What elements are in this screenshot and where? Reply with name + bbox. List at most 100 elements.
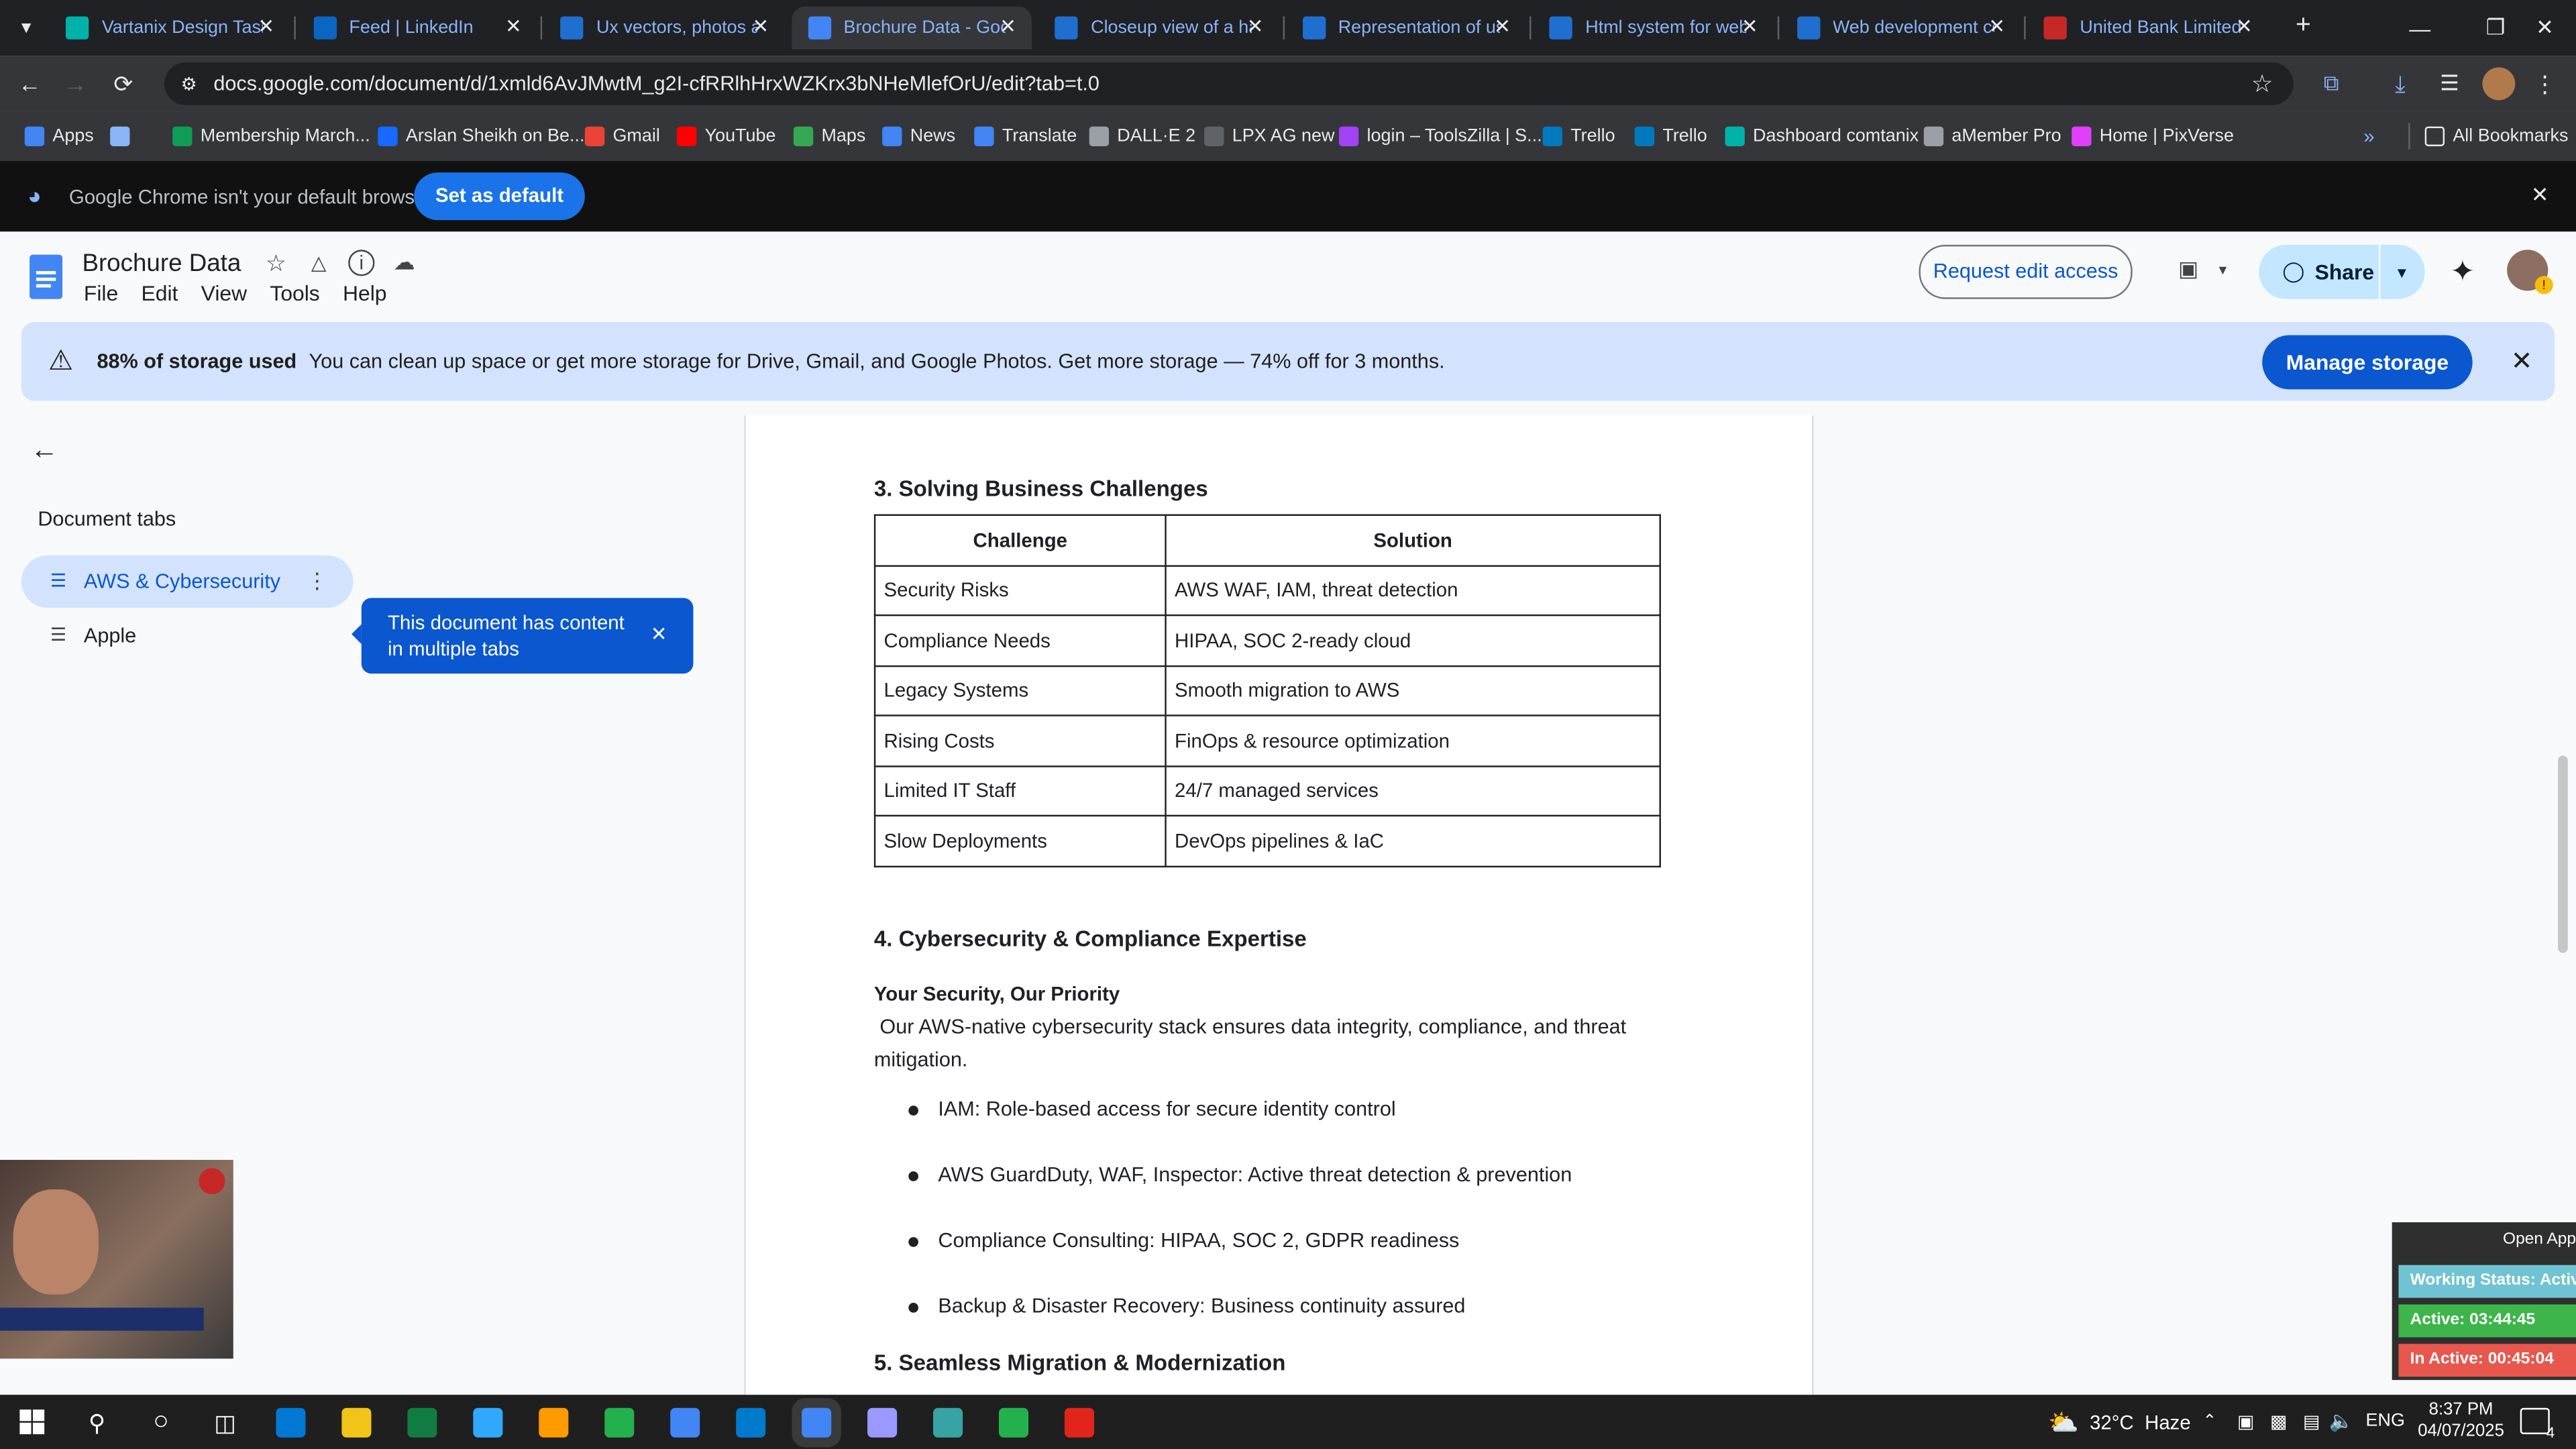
bookmark-item[interactable]: login – ToolsZilla | S... bbox=[1338, 123, 1542, 150]
request-edit-access-button[interactable]: Request edit access bbox=[1919, 244, 2133, 299]
taskbar-app-icon[interactable] bbox=[276, 1407, 306, 1438]
taskbar-app-icon[interactable] bbox=[539, 1407, 569, 1438]
bookmark-item[interactable]: LPX AG new bbox=[1204, 123, 1334, 150]
profile-avatar[interactable] bbox=[2482, 67, 2516, 101]
bookmark-item[interactable]: Dashboard comtanix bbox=[1725, 123, 1919, 150]
close-tab-icon[interactable]: ✕ bbox=[1242, 15, 1268, 38]
task-view-icon[interactable]: ◫ bbox=[210, 1408, 239, 1438]
close-tab-icon[interactable]: ✕ bbox=[1737, 15, 1763, 38]
network-icon[interactable]: ▤ bbox=[2300, 1409, 2323, 1432]
search-icon[interactable]: ⚲ bbox=[82, 1408, 111, 1438]
browser-tab[interactable]: Representation of us ✕ bbox=[1285, 7, 1525, 50]
gemini-icon[interactable]: ✦ bbox=[2447, 254, 2479, 288]
minimize-icon[interactable]: — bbox=[2382, 0, 2458, 56]
bookmark-item[interactable]: Maps bbox=[793, 123, 865, 150]
share-button[interactable]: ◯ Share ▼ bbox=[2259, 244, 2425, 299]
move-to-drive-icon[interactable]: △ bbox=[306, 250, 332, 276]
language-indicator[interactable]: ENG bbox=[2366, 1411, 2405, 1431]
details-icon[interactable]: i bbox=[348, 250, 375, 276]
video-call-thumbnail[interactable] bbox=[0, 1159, 233, 1359]
close-tab-icon[interactable]: ✕ bbox=[1984, 15, 2010, 38]
reload-icon[interactable]: ⟳ bbox=[109, 69, 138, 99]
star-icon[interactable]: ☆ bbox=[263, 249, 289, 276]
close-tab-icon[interactable]: ✕ bbox=[2231, 15, 2257, 38]
browser-tab[interactable]: Html system for web ✕ bbox=[1533, 7, 1773, 50]
bookmark-item[interactable]: News bbox=[882, 123, 955, 150]
open-app-link[interactable]: Open App bbox=[2392, 1222, 2576, 1258]
doc-tab-options-icon[interactable]: ⋮ bbox=[307, 568, 328, 594]
bookmark-item[interactable]: Arslan Sheikh on Be... bbox=[378, 123, 584, 150]
tab-search-chevron-icon[interactable]: ▼ bbox=[13, 15, 40, 41]
taskbar-app-icon[interactable] bbox=[933, 1407, 963, 1438]
menu-help[interactable]: Help bbox=[343, 281, 387, 306]
browser-tab[interactable]: Feed | LinkedIn ✕ bbox=[297, 7, 537, 50]
taskbar-app-icon[interactable] bbox=[736, 1407, 766, 1438]
doc-tab-apple[interactable]: ☰ Apple bbox=[21, 610, 354, 662]
menu-tools[interactable]: Tools bbox=[270, 281, 319, 306]
menu-file[interactable]: File bbox=[84, 281, 118, 306]
doc-tab-aws[interactable]: ☰ AWS & Cybersecurity ⋮ bbox=[21, 555, 354, 608]
weather-icon[interactable]: ⛅ bbox=[2047, 1406, 2080, 1439]
taskbar-app-icon[interactable] bbox=[998, 1407, 1029, 1438]
bookmark-item[interactable]: Membership March... bbox=[172, 123, 370, 150]
taskbar-app-icon[interactable] bbox=[867, 1407, 898, 1438]
clock[interactable]: 8:37 PM 04/07/2025 bbox=[2412, 1400, 2510, 1443]
close-window-icon[interactable]: ✕ bbox=[2514, 0, 2576, 56]
bookmark-star-icon[interactable]: ☆ bbox=[2247, 69, 2277, 99]
extensions-icon[interactable]: ⧉ bbox=[2316, 69, 2346, 99]
notification-center-icon[interactable]: 4 bbox=[2520, 1407, 2555, 1441]
close-tooltip-icon[interactable]: ✕ bbox=[647, 623, 670, 645]
bookmark-item[interactable]: Trello bbox=[1634, 123, 1707, 150]
taskbar-app-icon[interactable] bbox=[407, 1407, 437, 1438]
account-avatar[interactable]: ! bbox=[2507, 250, 2553, 294]
meet-dropdown-icon[interactable]: ▼ bbox=[2214, 260, 2231, 279]
show-hidden-icons[interactable]: ⌃ bbox=[2198, 1409, 2221, 1432]
menu-edit[interactable]: Edit bbox=[141, 281, 178, 306]
docs-logo-icon[interactable] bbox=[30, 254, 63, 299]
browser-tab[interactable]: Web development co ✕ bbox=[1780, 7, 2020, 50]
bookmark-item[interactable]: aMember Pro bbox=[1923, 123, 2061, 150]
taskbar-app-icon[interactable] bbox=[670, 1407, 700, 1438]
hide-sidebar-back-icon[interactable]: ← bbox=[30, 434, 59, 466]
close-tab-icon[interactable]: ✕ bbox=[747, 15, 773, 38]
bookmark-item[interactable]: Trello bbox=[1542, 123, 1615, 150]
taskbar-app-icon[interactable] bbox=[802, 1407, 832, 1438]
taskbar-app-icon[interactable] bbox=[473, 1407, 503, 1438]
site-info-icon[interactable]: ⚙ bbox=[177, 72, 200, 95]
media-control-icon[interactable]: ☰ bbox=[2434, 69, 2464, 99]
bookmark-item[interactable]: YouTube bbox=[676, 123, 775, 150]
forward-icon[interactable]: → bbox=[62, 70, 89, 97]
back-icon[interactable]: ← bbox=[16, 70, 42, 97]
close-tab-icon[interactable]: ✕ bbox=[1489, 15, 1515, 38]
close-tab-icon[interactable]: ✕ bbox=[253, 15, 279, 38]
meet-icon[interactable]: ▣ bbox=[2172, 256, 2205, 282]
close-tab-icon[interactable]: ✕ bbox=[500, 15, 527, 38]
browser-tab[interactable]: Ux vectors, photos an ✕ bbox=[544, 7, 784, 50]
document-title[interactable]: Brochure Data bbox=[82, 250, 241, 278]
document-page[interactable]: 3. Solving Business Challenges Challenge… bbox=[744, 415, 1814, 1395]
browser-tab[interactable]: Brochure Data - Goo ✕ bbox=[791, 6, 1031, 50]
close-storage-banner-icon[interactable]: ✕ bbox=[2506, 345, 2538, 378]
browser-tab[interactable]: Vartanix Design Tasks ✕ bbox=[49, 7, 289, 50]
meet-now-icon[interactable]: ▣ bbox=[2235, 1409, 2257, 1432]
close-infobar-icon[interactable]: ✕ bbox=[2527, 182, 2553, 209]
close-tab-icon[interactable]: ✕ bbox=[995, 15, 1021, 38]
bookmark-item[interactable] bbox=[110, 123, 138, 150]
bookmark-item[interactable]: DALL·E 2 bbox=[1089, 123, 1195, 150]
share-dropdown-icon[interactable]: ▼ bbox=[2392, 263, 2412, 282]
browser-tab[interactable]: Closeup view of a ha ✕ bbox=[1038, 7, 1279, 50]
chrome-menu-icon[interactable]: ⋮ bbox=[2533, 69, 2556, 99]
browser-tab[interactable]: United Bank Limited ✕ bbox=[2027, 7, 2267, 50]
taskbar-app-icon[interactable] bbox=[1064, 1407, 1095, 1438]
new-tab-button[interactable]: + bbox=[2287, 10, 2320, 43]
bookmark-item[interactable]: Translate bbox=[974, 123, 1077, 150]
bookmark-item[interactable]: Apps bbox=[24, 123, 94, 150]
menu-view[interactable]: View bbox=[201, 281, 247, 306]
taskbar-app-icon[interactable] bbox=[341, 1407, 372, 1438]
manage-storage-button[interactable]: Manage storage bbox=[2262, 335, 2473, 390]
more-bookmarks-icon[interactable]: » bbox=[2356, 123, 2382, 150]
bookmark-item[interactable]: Gmail bbox=[584, 123, 660, 150]
page-scrollbar[interactable] bbox=[2558, 755, 2568, 953]
all-bookmarks[interactable]: All Bookmarks bbox=[2424, 123, 2568, 150]
weather-text[interactable]: 32°C Haze bbox=[2090, 1411, 2191, 1434]
